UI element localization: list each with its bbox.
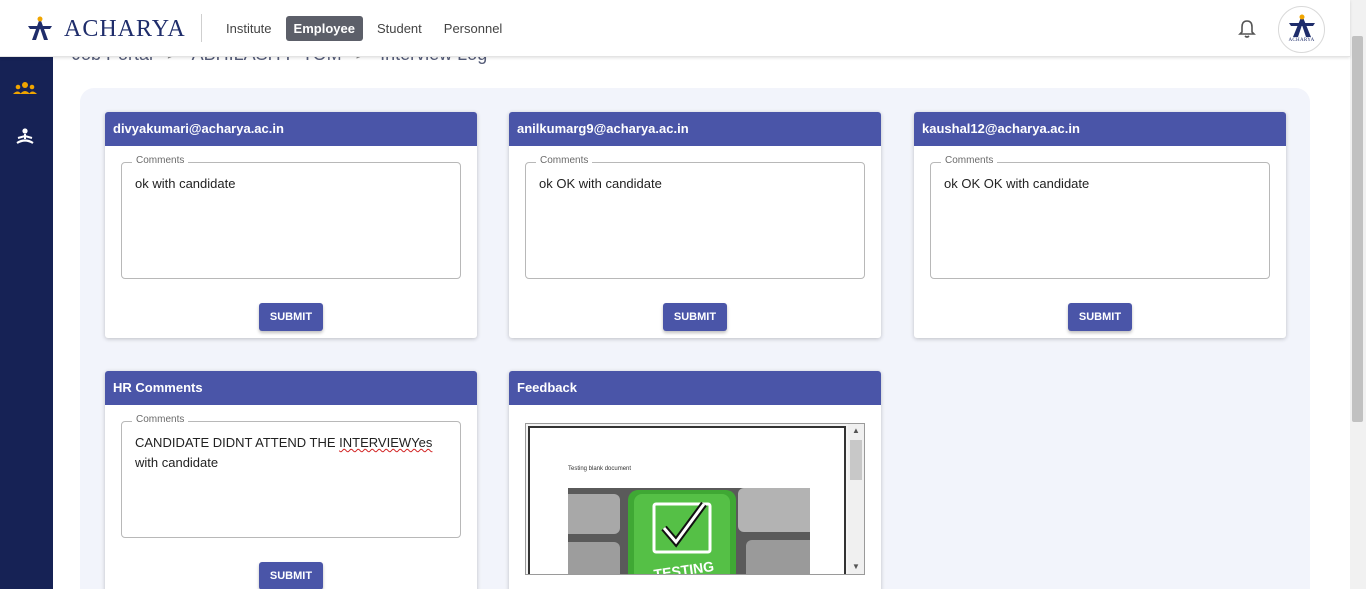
submit-button[interactable]: SUBMIT xyxy=(259,303,323,331)
bell-icon[interactable] xyxy=(1238,19,1256,39)
acharya-logo[interactable]: ACHARYA xyxy=(26,14,186,44)
misspelled-word: INTERVIEWYes xyxy=(339,435,433,450)
field-label: Comments xyxy=(132,414,189,425)
sidebar xyxy=(0,57,53,589)
document-page: Testing blank document TESTING xyxy=(528,426,846,574)
avatar-logo-icon xyxy=(1288,14,1315,37)
avatar-text: ACHARYA xyxy=(1288,38,1315,43)
nav-student[interactable]: Student xyxy=(369,16,430,41)
document-text: Testing blank document xyxy=(568,466,632,472)
comments-field[interactable]: Comments ok OK with candidate xyxy=(525,155,865,279)
feedback-card: Feedback Testing blank document TESTING … xyxy=(509,371,881,589)
card-title: HR Comments xyxy=(105,371,477,405)
interviewer-card: kaushal12@acharya.ac.in Comments ok OK O… xyxy=(914,112,1286,338)
field-label: Comments xyxy=(132,155,189,166)
hr-comment-suffix: with candidate xyxy=(135,455,219,470)
user-avatar[interactable]: ACHARYA xyxy=(1278,6,1325,53)
document-image: TESTING xyxy=(568,488,810,574)
card-title: divyakumari@acharya.ac.in xyxy=(105,112,477,146)
submit-button[interactable]: SUBMIT xyxy=(663,303,727,331)
interview-log-panel: divyakumari@acharya.ac.in Comments ok wi… xyxy=(80,88,1310,589)
group-icon[interactable] xyxy=(12,79,38,99)
interviewer-card: anilkumarg9@acharya.ac.in Comments ok OK… xyxy=(509,112,881,338)
nav-institute[interactable]: Institute xyxy=(218,16,280,41)
hr-comments-field[interactable]: Comments CANDIDATE DIDNT ATTEND THE INTE… xyxy=(121,414,461,538)
viewer-scrollbar-thumb[interactable] xyxy=(850,440,862,480)
field-label: Comments xyxy=(536,155,593,166)
hr-comment-prefix: CANDIDATE DIDNT ATTEND THE xyxy=(135,435,340,450)
logo-icon xyxy=(28,16,52,40)
meditation-icon[interactable] xyxy=(12,127,38,147)
comments-field[interactable]: Comments ok OK OK with candidate xyxy=(930,155,1270,279)
scroll-down-icon[interactable]: ▼ xyxy=(852,562,860,571)
header-divider xyxy=(201,14,202,42)
hr-comments-text[interactable]: CANDIDATE DIDNT ATTEND THE INTERVIEWYes … xyxy=(135,433,440,473)
document-viewer[interactable]: Testing blank document TESTING ▲ ▼ xyxy=(525,423,865,575)
page-scrollbar[interactable] xyxy=(1350,0,1366,589)
hr-comments-card: HR Comments Comments CANDIDATE DIDNT ATT… xyxy=(105,371,477,589)
card-title: kaushal12@acharya.ac.in xyxy=(914,112,1286,146)
viewer-scrollbar[interactable]: ▲ ▼ xyxy=(848,424,864,574)
card-title: anilkumarg9@acharya.ac.in xyxy=(509,112,881,146)
logo-text: ACHARYA xyxy=(64,15,186,42)
keyboard-check-image: TESTING xyxy=(568,488,810,574)
nav-personnel[interactable]: Personnel xyxy=(436,16,511,41)
field-label: Comments xyxy=(941,155,998,166)
top-navigation-bar: ACHARYA Institute Employee Student Perso… xyxy=(0,0,1350,57)
submit-button[interactable]: SUBMIT xyxy=(259,562,323,589)
comments-text[interactable]: ok OK OK with candidate xyxy=(944,174,1249,194)
submit-button[interactable]: SUBMIT xyxy=(1068,303,1132,331)
comments-text[interactable]: ok with candidate xyxy=(135,174,440,194)
page-scrollbar-thumb[interactable] xyxy=(1352,36,1363,422)
main-nav: Institute Employee Student Personnel xyxy=(218,16,510,41)
card-title: Feedback xyxy=(509,371,881,405)
scroll-up-icon[interactable]: ▲ xyxy=(852,426,860,435)
comments-field[interactable]: Comments ok with candidate xyxy=(121,155,461,279)
comments-text[interactable]: ok OK with candidate xyxy=(539,174,844,194)
interviewer-card: divyakumari@acharya.ac.in Comments ok wi… xyxy=(105,112,477,338)
nav-employee[interactable]: Employee xyxy=(285,16,363,41)
